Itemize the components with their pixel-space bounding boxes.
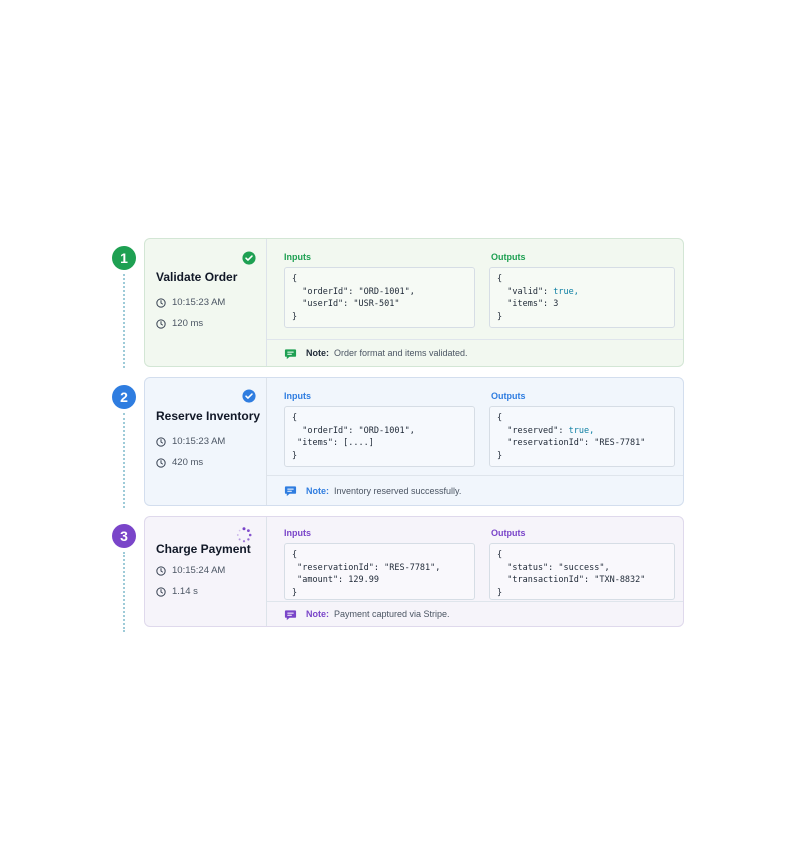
- check-circle-icon: [242, 251, 256, 265]
- note-label: Note:: [306, 485, 329, 496]
- outputs-code-block[interactable]: { "status": "success", "transactionId": …: [489, 543, 675, 600]
- step-card[interactable]: Validate Order 10:15:23 AM 120 ms Inputs…: [144, 238, 684, 367]
- note-label: Note:: [306, 609, 329, 619]
- timeline-connector: [123, 413, 125, 508]
- step-details: Inputs Outputs { "orderId": "ORD-1001", …: [267, 378, 683, 505]
- note-text: Order format and items validated.: [334, 348, 468, 358]
- outputs-label: Outputs: [491, 528, 526, 538]
- step-summary: Reserve Inventory 10:15:23 AM 420 ms: [145, 378, 267, 505]
- timeline-connector: [123, 552, 125, 632]
- clock-icon: [156, 297, 166, 308]
- step-number-badge: 1: [112, 246, 136, 270]
- inputs-code-block[interactable]: { "orderId": "ORD-1001", "items": [....]…: [284, 406, 475, 467]
- note-text: Payment captured via Stripe.: [334, 609, 450, 619]
- step-title: Reserve Inventory: [156, 409, 261, 423]
- clock-icon: [156, 565, 166, 576]
- step-title: Charge Payment: [156, 542, 251, 556]
- inputs-label: Inputs: [284, 528, 311, 538]
- inputs-code-block[interactable]: { "reservationId": "RES-7781", "amount":…: [284, 543, 475, 600]
- step-time: 10:15:24 AM: [172, 565, 226, 576]
- step-note: Note: Inventory reserved successfully.: [267, 475, 683, 505]
- outputs-label: Outputs: [491, 252, 526, 262]
- inputs-code-block[interactable]: { "orderId": "ORD-1001", "userId": "USR-…: [284, 267, 475, 328]
- chat-bubble-icon: [284, 609, 297, 620]
- step-timestamp: 10:15:24 AM: [156, 565, 225, 576]
- step-time: 10:15:23 AM: [172, 297, 226, 308]
- note-text: Inventory reserved successfully.: [334, 485, 462, 496]
- inputs-label: Inputs: [284, 391, 311, 401]
- step-note: Note: Payment captured via Stripe.: [267, 601, 683, 626]
- step-duration-value: 120 ms: [172, 318, 204, 329]
- step-details: Inputs Outputs { "orderId": "ORD-1001", …: [267, 239, 683, 366]
- step-duration: 120 ms: [156, 318, 203, 329]
- clock-icon: [156, 586, 166, 597]
- step-duration: 420 ms: [156, 457, 203, 468]
- step-time: 10:15:23 AM: [172, 436, 226, 447]
- inputs-label: Inputs: [284, 252, 311, 262]
- step-title: Validate Order: [156, 270, 238, 284]
- outputs-code-block[interactable]: { "reserved": true, "reservationId": "RE…: [489, 406, 675, 467]
- step-details: Inputs Outputs { "reservationId": "RES-7…: [267, 517, 683, 626]
- chat-bubble-icon: [284, 348, 297, 359]
- step-card[interactable]: Charge Payment 10:15:24 AM 1.14 s Inputs…: [144, 516, 684, 627]
- step-number-badge: 2: [112, 385, 136, 409]
- step-number-badge: 3: [112, 524, 136, 548]
- step-duration-value: 1.14 s: [172, 586, 198, 597]
- timeline-connector: [123, 274, 125, 368]
- clock-icon: [156, 436, 166, 447]
- outputs-code-block[interactable]: { "valid": true, "items": 3 }: [489, 267, 675, 328]
- outputs-label: Outputs: [491, 391, 526, 401]
- step-note: Note: Order format and items validated.: [267, 339, 683, 366]
- step-duration-value: 420 ms: [172, 457, 204, 468]
- step-card[interactable]: Reserve Inventory 10:15:23 AM 420 ms Inp…: [144, 377, 684, 506]
- note-label: Note:: [306, 348, 329, 358]
- spinner-icon: [236, 527, 252, 543]
- step-summary: Charge Payment 10:15:24 AM 1.14 s: [145, 517, 267, 626]
- step-summary: Validate Order 10:15:23 AM 120 ms: [145, 239, 267, 366]
- clock-icon: [156, 318, 166, 329]
- step-timestamp: 10:15:23 AM: [156, 436, 225, 447]
- chat-bubble-icon: [284, 486, 297, 497]
- check-circle-icon: [242, 389, 256, 403]
- step-duration: 1.14 s: [156, 586, 198, 597]
- step-timestamp: 10:15:23 AM: [156, 297, 225, 308]
- clock-icon: [156, 457, 166, 468]
